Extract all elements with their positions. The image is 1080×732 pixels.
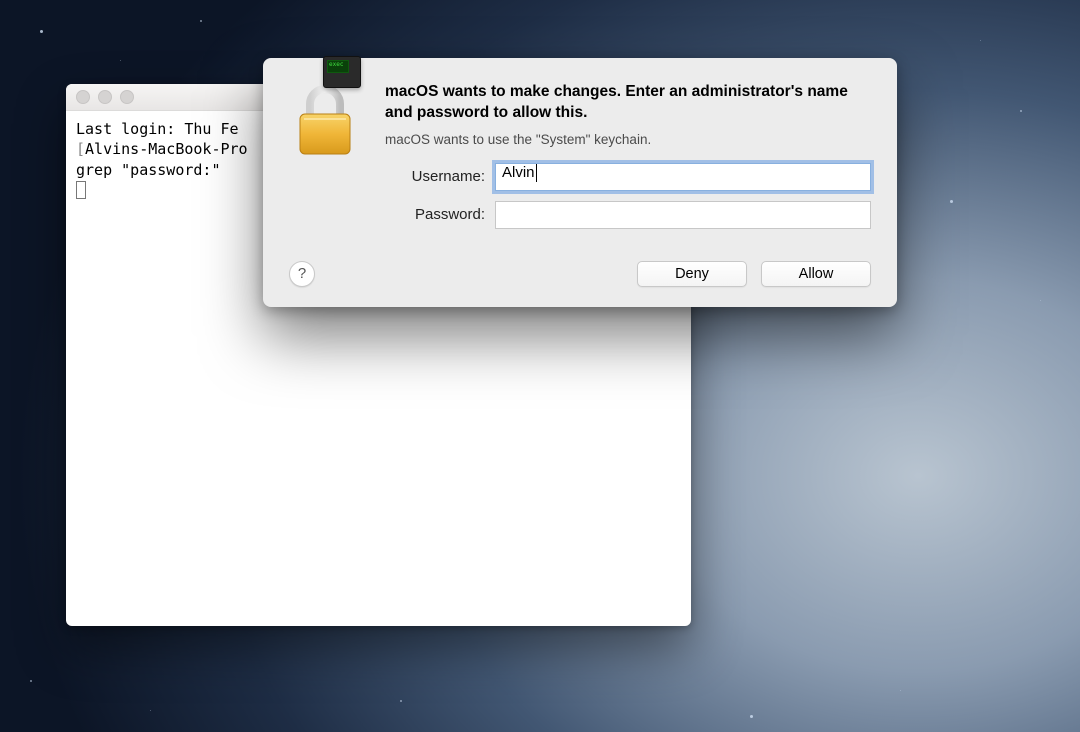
help-button[interactable]: ? bbox=[289, 261, 315, 287]
terminal-line-1: Last login: Thu Fe bbox=[76, 120, 239, 138]
terminal-line-3: grep "password:" bbox=[76, 161, 221, 179]
exec-badge-icon bbox=[323, 56, 361, 88]
dialog-subtext: macOS wants to use the "System" keychain… bbox=[385, 132, 871, 147]
window-minimize-button[interactable] bbox=[98, 90, 112, 104]
text-cursor bbox=[536, 164, 537, 182]
allow-button[interactable]: Allow bbox=[761, 261, 871, 287]
password-field[interactable] bbox=[495, 201, 871, 229]
terminal-cursor bbox=[76, 181, 86, 199]
desktop-background: Last login: Thu Fe [Alvins-MacBook-Pro g… bbox=[0, 0, 1080, 732]
username-field[interactable]: Alvin bbox=[495, 163, 871, 191]
terminal-line-2: Alvins-MacBook-Pro bbox=[85, 140, 248, 158]
window-close-button[interactable] bbox=[76, 90, 90, 104]
deny-button[interactable]: Deny bbox=[637, 261, 747, 287]
username-value: Alvin bbox=[502, 164, 535, 181]
authentication-dialog: macOS wants to make changes. Enter an ad… bbox=[263, 58, 897, 307]
username-label: Username: bbox=[385, 168, 495, 185]
password-label: Password: bbox=[385, 206, 495, 223]
lock-icon bbox=[289, 82, 361, 239]
window-zoom-button[interactable] bbox=[120, 90, 134, 104]
dialog-heading: macOS wants to make changes. Enter an ad… bbox=[385, 82, 871, 124]
